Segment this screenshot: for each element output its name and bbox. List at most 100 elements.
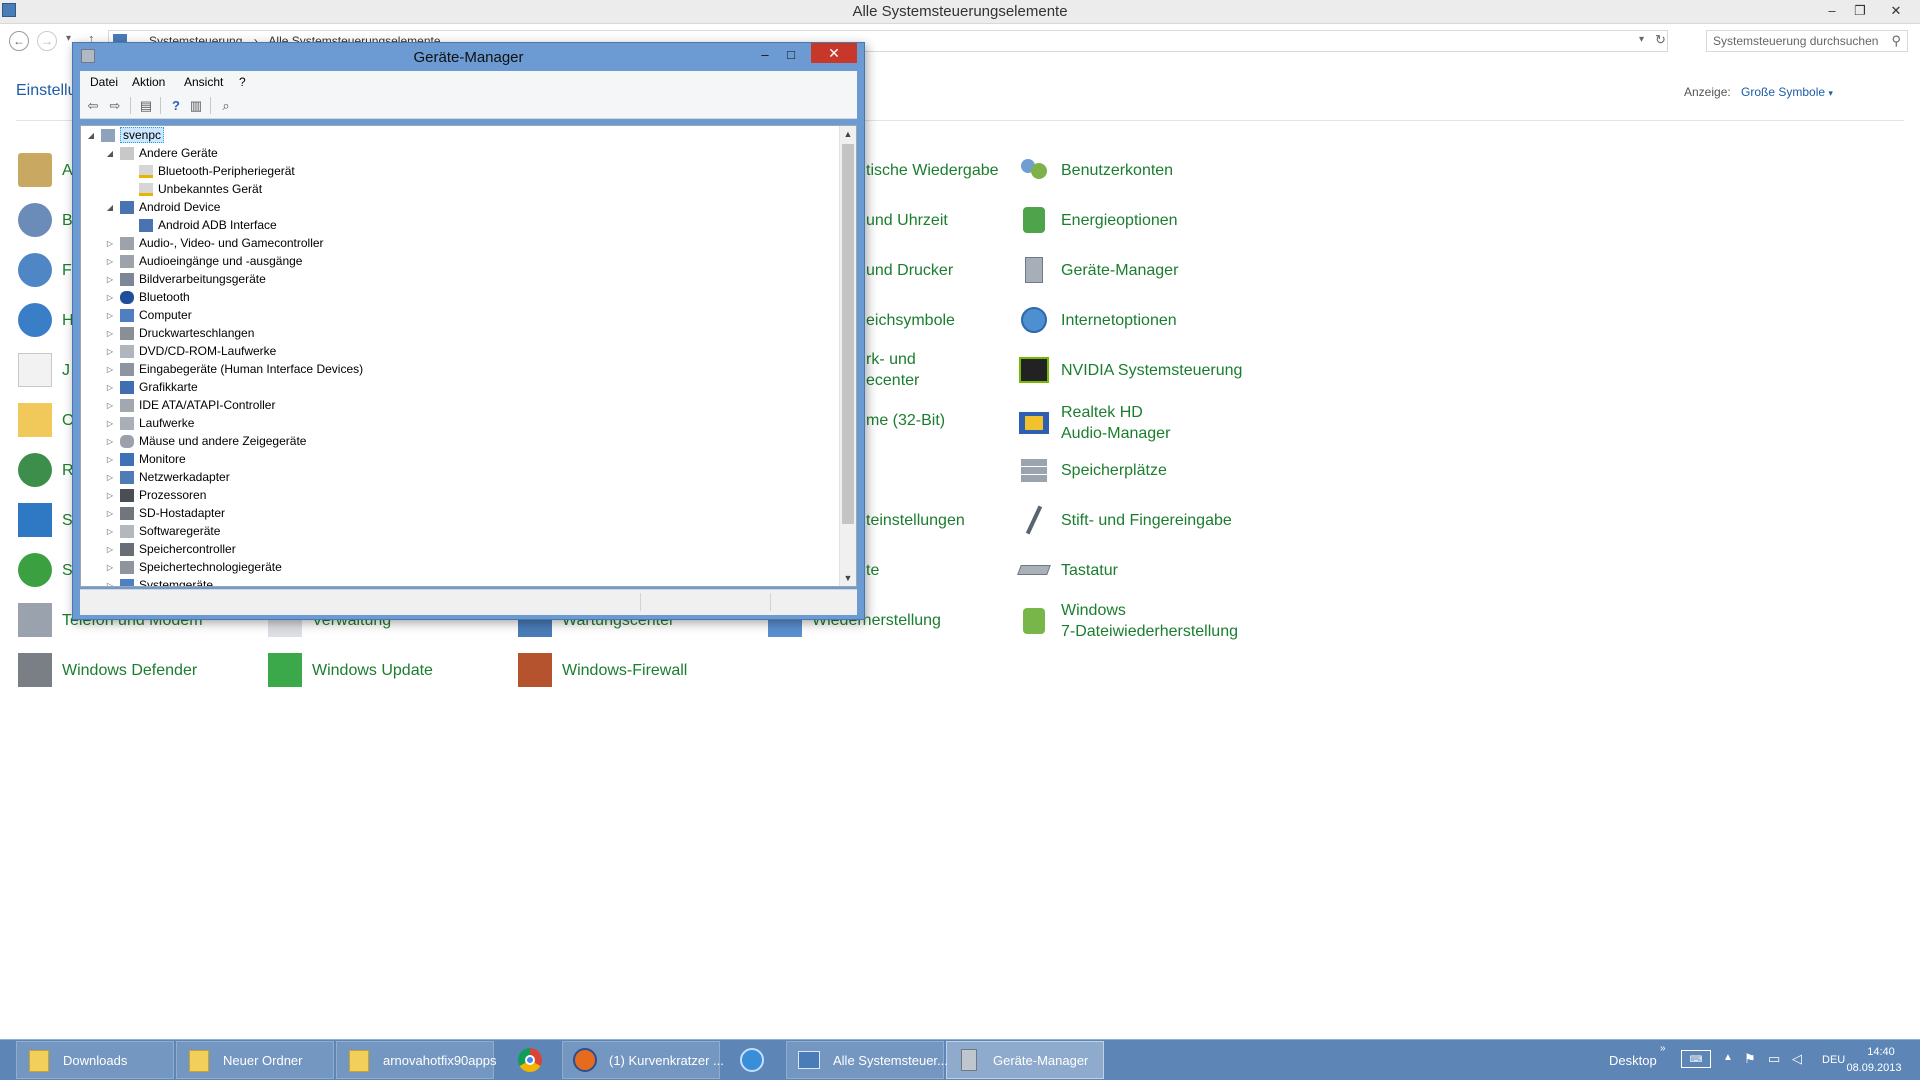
help-icon[interactable]: ? [167,97,185,114]
cp-item-realtek[interactable]: Realtek HD Audio-Manager [1017,400,1170,446]
dm-maximize-button[interactable]: □ [779,45,803,65]
recent-locations-icon[interactable]: ▾ [66,33,71,44]
taskbar-button-geraete-manager[interactable]: Geräte-Manager [946,1041,1104,1079]
search-icon[interactable]: ⚲ [1891,33,1901,49]
collapsed-icon[interactable]: ▷ [105,239,115,248]
cp-item-col0-1[interactable]: B [18,198,73,242]
tree-node-monitore[interactable]: ▷ Monitore [105,450,186,468]
scroll-up-icon[interactable]: ▲ [840,126,856,142]
cp-item-col0-6[interactable]: R [18,448,74,492]
tree-node-root[interactable]: ◢ svenpc [86,126,165,144]
tree-node-dvd-cdrom[interactable]: ▷ DVD/CD-ROM-Laufwerke [105,342,276,360]
menu-aktion[interactable]: Aktion [132,75,165,89]
collapsed-icon[interactable]: ▷ [105,383,115,392]
taskbar-button-chrome[interactable] [508,1041,552,1079]
cp-item-energieoptionen[interactable]: Energieoptionen [1017,198,1178,242]
collapsed-icon[interactable]: ▷ [105,563,115,572]
cp-item-windows-firewall[interactable]: Windows-Firewall [518,648,687,692]
dm-close-button[interactable]: ✕ [811,43,857,63]
clock-time[interactable]: 14:40 [1856,1046,1906,1058]
clock-date[interactable]: 08.09.2013 [1838,1062,1910,1074]
expanded-icon[interactable]: ◢ [105,203,115,212]
menu-help[interactable]: ? [239,75,246,89]
tree-node-android-adb[interactable]: Android ADB Interface [139,216,277,234]
cp-item-col0-5[interactable]: O [18,398,74,442]
chevron-right-icon[interactable]: » [1660,1043,1666,1054]
taskbar-button-downloads[interactable]: Downloads [16,1041,174,1079]
collapsed-icon[interactable]: ▷ [105,545,115,554]
tree-node-druckwarteschlangen[interactable]: ▷ Druckwarteschlangen [105,324,254,342]
device-tree[interactable]: ◢ svenpc ◢ Andere Geräte Bluetooth-Perip… [80,125,857,587]
cp-item-speicherplaetze[interactable]: Speicherplätze [1017,448,1167,492]
vertical-scrollbar[interactable]: ▲ ▼ [839,126,856,586]
collapsed-icon[interactable]: ▷ [105,293,115,302]
cp-item-col3-5[interactable]: me (32-Bit) [866,398,945,442]
tree-node-unbekanntes-geraet[interactable]: Unbekanntes Gerät [139,180,262,198]
expanded-icon[interactable]: ◢ [105,149,115,158]
refresh-icon[interactable]: ↻ [1655,32,1666,48]
tree-node-prozessoren[interactable]: ▷ Prozessoren [105,486,206,504]
tree-node-grafikkarte[interactable]: ▷ Grafikkarte [105,378,198,396]
collapsed-icon[interactable]: ▷ [105,473,115,482]
action-center-flag-icon[interactable]: ⚑ [1744,1051,1756,1067]
cp-item-windows-update[interactable]: Windows Update [268,648,433,692]
minimize-button[interactable]: – [1818,2,1846,20]
device-manager-titlebar[interactable]: Geräte-Manager – □ ✕ [73,43,864,71]
collapsed-icon[interactable]: ▷ [105,347,115,356]
collapsed-icon[interactable]: ▷ [105,491,115,500]
forward-icon[interactable]: ⇨ [106,97,124,114]
cp-item-col0-8[interactable]: S [18,548,73,592]
taskbar-button-neuer-ordner[interactable]: Neuer Ordner [176,1041,334,1079]
back-icon[interactable]: ← [9,31,29,51]
cp-item-col0-4[interactable]: J [18,348,70,392]
properties-icon[interactable]: ▤ [137,97,155,114]
tree-node-maeuse[interactable]: ▷ Mäuse und andere Zeigegeräte [105,432,307,450]
scrollbar-thumb[interactable] [842,144,854,524]
volume-icon[interactable]: ◁ [1792,1051,1802,1067]
close-button[interactable]: ✕ [1882,2,1910,20]
tree-node-systemgeraete[interactable]: ▷ Systemgeräte [105,576,213,587]
cp-item-col3-4[interactable]: rk- und ecenter [866,348,919,392]
restore-button[interactable]: ❐ [1846,2,1874,20]
back-icon[interactable]: ⇦ [84,97,102,114]
tree-node-audio-video[interactable]: ▷ Audio-, Video- und Gamecontroller [105,234,324,252]
collapsed-icon[interactable]: ▷ [105,365,115,374]
tree-node-bildverarbeitung[interactable]: ▷ Bildverarbeitungsgeräte [105,270,266,288]
forward-icon[interactable]: → [37,31,57,51]
cp-item-internetoptionen[interactable]: Internetoptionen [1017,298,1177,342]
tree-node-netzwerkadapter[interactable]: ▷ Netzwerkadapter [105,468,230,486]
collapsed-icon[interactable]: ▷ [105,257,115,266]
tree-node-bluetooth[interactable]: ▷ Bluetooth [105,288,190,306]
tree-node-audioeingaenge[interactable]: ▷ Audioeingänge und -ausgänge [105,252,303,270]
tree-node-bluetooth-peripherie[interactable]: Bluetooth-Peripheriegerät [139,162,295,180]
cp-item-col3-2[interactable]: und Drucker [866,248,953,292]
view-icon[interactable]: ▥ [187,97,205,114]
collapsed-icon[interactable]: ▷ [105,311,115,320]
desktop-toolbar-label[interactable]: Desktop [1609,1053,1657,1068]
keyboard-icon[interactable]: ⌨ [1681,1050,1711,1068]
cp-item-windows-defender[interactable]: Windows Defender [18,648,197,692]
cp-item-col0-7[interactable]: S [18,498,73,542]
tree-node-softwaregeraete[interactable]: ▷ Softwaregeräte [105,522,220,540]
cp-item-col3-8[interactable]: te [866,548,879,592]
cp-item-col3-1[interactable]: und Uhrzeit [866,198,948,242]
tree-node-sd-hostadapter[interactable]: ▷ SD-Hostadapter [105,504,225,522]
cp-item-col0-3[interactable]: H [18,298,74,342]
collapsed-icon[interactable]: ▷ [105,401,115,410]
cp-item-tastatur[interactable]: Tastatur [1017,548,1118,592]
cp-item-geraete-manager[interactable]: Geräte-Manager [1017,248,1178,292]
cp-item-win7-recovery[interactable]: Windows 7-Dateiwiederherstellung [1017,598,1238,644]
tree-node-laufwerke[interactable]: ▷ Laufwerke [105,414,194,432]
view-by-dropdown[interactable]: Große Symbole ▾ [1741,85,1833,99]
cp-item-col0-2[interactable]: F [18,248,72,292]
dm-minimize-button[interactable]: – [753,45,777,65]
collapsed-icon[interactable]: ▷ [105,581,115,587]
cp-item-benutzerkonten[interactable]: Benutzerkonten [1017,148,1173,192]
tree-node-computer[interactable]: ▷ Computer [105,306,192,324]
taskbar-button-firefox[interactable]: (1) Kurvenkratzer ... [562,1041,724,1079]
taskbar-button-systemsteuerung[interactable]: Alle Systemsteuer... [786,1041,948,1079]
menu-ansicht[interactable]: Ansicht [184,75,223,89]
tree-node-speichertechnologie[interactable]: ▷ Speichertechnologiegeräte [105,558,282,576]
scroll-down-icon[interactable]: ▼ [840,570,856,586]
tree-node-eingabegeraete[interactable]: ▷ Eingabegeräte (Human Interface Devices… [105,360,363,378]
